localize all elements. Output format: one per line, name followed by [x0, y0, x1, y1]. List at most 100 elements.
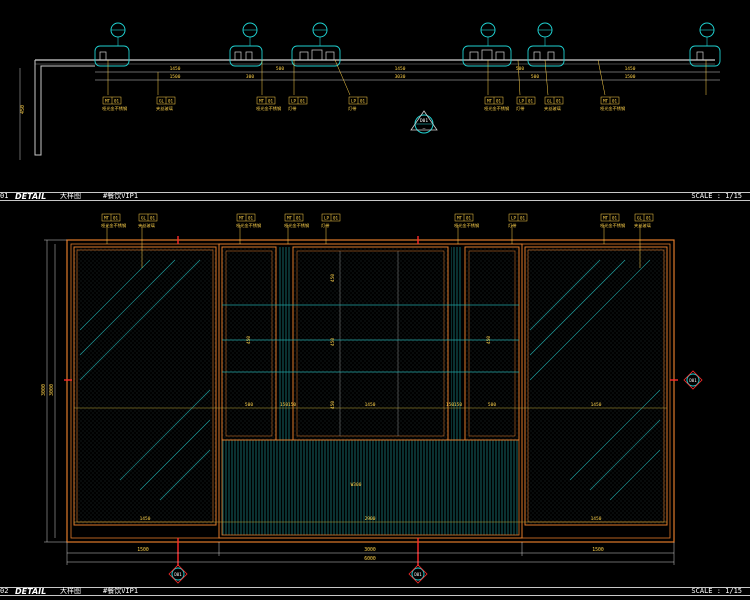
section-number: 02 [0, 587, 9, 595]
callout-number: 01 [646, 216, 652, 221]
plan-dim-4: 500 [516, 66, 524, 72]
elev-callout-6: MT 01哑光金不锈钢 [454, 213, 479, 229]
elev-center-mark: W300 [351, 482, 362, 488]
section-name: 大样图 [60, 587, 81, 595]
callout-label: 灯带 [348, 105, 356, 112]
plan-callout-1: MT 01哑光金不锈钢 [102, 96, 127, 112]
callout-label: 灯带 [321, 222, 329, 229]
callout-number: 01 [333, 216, 339, 221]
elev-callout-8: MT 01哑光金不锈钢 [600, 213, 625, 229]
callout-code: GL [141, 216, 147, 221]
plan-dim-6: 1500 [170, 74, 181, 80]
elev-shelf-h-3: 450 [330, 338, 336, 346]
callout-code: GL [547, 99, 553, 104]
callout-number: 01 [248, 216, 254, 221]
elev-mid-dim-8: 1450 [591, 402, 602, 408]
plan-callout-5: LP 01 灯带 [348, 96, 368, 112]
callout-label: 夹丝玻璃 [156, 105, 173, 112]
elev-mid-dim-3: 150 [288, 402, 296, 408]
elev-bottom-dim-1: 1500 [137, 547, 149, 553]
plan-dim-1: 1450 [170, 66, 181, 72]
section-subtitle: #餐饮VIP1 [103, 587, 139, 595]
callout-code: MT [105, 99, 111, 104]
elev-lower-dim-left: 1450 [140, 516, 151, 522]
callout-number: 01 [466, 216, 472, 221]
callout-number: 01 [150, 216, 156, 221]
callout-code: LP [291, 99, 297, 104]
elev-bottom-dim-3: 1500 [592, 547, 604, 553]
callout-number: 01 [520, 216, 526, 221]
plan-left-dim: 450 [20, 105, 26, 114]
callout-code: MT [104, 216, 110, 221]
section-subtitle: #餐饮VIP1 [103, 192, 139, 200]
elev-height-dim-outer: 3000 [41, 384, 47, 396]
callout-label: 哑光金不锈钢 [484, 105, 509, 112]
section-scale: SCALE : 1/15 [691, 192, 742, 200]
callout-code: LP [324, 216, 330, 221]
callout-number: 01 [556, 99, 562, 104]
section-scale: SCALE : 1/15 [691, 587, 742, 595]
callout-code: LP [351, 99, 357, 104]
callout-label: 哑光金不锈钢 [236, 222, 261, 229]
callout-number: 01 [296, 216, 302, 221]
elev-mid-dim-7: 500 [488, 402, 496, 408]
plan-dim-8: 3030 [395, 74, 406, 80]
elevation-material-callouts: MT 01哑光金不锈钢GL 01夹丝玻璃MT 01哑光金不锈钢MT 01哑光金不锈钢LP… [101, 213, 654, 229]
elevation-view: 3000 3000 450 450 450 450 450 500 150 15… [41, 213, 703, 584]
elev-mid-dim-6: 150 [454, 402, 462, 408]
plan-callout-2: GL 01夹丝玻璃 [156, 96, 176, 112]
plan-dim-2: 500 [276, 66, 284, 72]
elev-section-ref-left: D01 [168, 564, 188, 584]
elev-lower-dim-center: 2900 [365, 516, 376, 522]
elev-callout-5: LP 01 灯带 [321, 213, 341, 229]
elev-callout-3: MT 01哑光金不锈钢 [236, 213, 261, 229]
elev-height-dim-inner: 3000 [49, 384, 55, 396]
elev-section-ref-right: D01 [683, 370, 703, 390]
callout-code: MT [259, 99, 265, 104]
elev-mid-dim-1: 500 [245, 402, 253, 408]
callout-label: 灯带 [516, 105, 524, 112]
section-name: 大样图 [60, 192, 81, 200]
elev-callout-9: GL 01夹丝玻璃 [634, 213, 654, 229]
cad-drawing-canvas: 450 1450 500 1450 500 1450 1500 300 3030… [19, 22, 721, 584]
plan-material-callouts: MT 01哑光金不锈钢GL 01夹丝玻璃MT 01哑光金不锈钢LP 01灯带LP 01灯带… [102, 96, 625, 112]
callout-label: 哑光金不锈钢 [454, 222, 479, 229]
plan-dim-9: 500 [531, 74, 539, 80]
callout-label: 夹丝玻璃 [544, 105, 561, 112]
callout-label: 哑光金不锈钢 [101, 222, 126, 229]
svg-text:D01: D01 [414, 572, 422, 577]
section-marker-top: D01 [420, 118, 428, 124]
callout-code: MT [487, 99, 493, 104]
callout-code: MT [603, 99, 609, 104]
callout-number: 01 [496, 99, 502, 104]
section-01-title-bar: 01 DETAIL 大样图 #餐饮VIP1 SCALE : 1/15 [0, 192, 750, 201]
plan-view: 450 1450 500 1450 500 1450 1500 300 3030… [19, 22, 721, 160]
callout-label: 哑光金不锈钢 [600, 222, 625, 229]
callout-number: 01 [360, 99, 366, 104]
callout-number: 01 [300, 99, 306, 104]
plan-callout-9: MT 01哑光金不锈钢 [600, 96, 625, 112]
elev-overall-dim: 6000 [364, 556, 376, 562]
elev-shelf-h-1: 450 [246, 336, 252, 344]
callout-number: 01 [528, 99, 534, 104]
callout-label: 灯带 [508, 222, 516, 229]
callout-number: 01 [612, 99, 618, 104]
callout-number: 01 [168, 99, 174, 104]
callout-number: 01 [612, 216, 618, 221]
callout-number: 01 [114, 99, 120, 104]
plan-joint-bubbles [94, 45, 721, 67]
elev-callout-4: MT 01哑光金不锈钢 [284, 213, 309, 229]
callout-label: 灯带 [288, 105, 296, 112]
callout-number: 01 [113, 216, 119, 221]
callout-label: 哑光金不锈钢 [600, 105, 625, 112]
elev-callout-7: LP 01 灯带 [508, 213, 528, 229]
callout-code: GL [159, 99, 165, 104]
svg-text:D01: D01 [174, 572, 182, 577]
callout-code: GL [637, 216, 643, 221]
elev-shelf-h-5: 450 [486, 336, 492, 344]
elev-lower-dim-right: 1450 [591, 516, 602, 522]
plan-callout-6: MT 01哑光金不锈钢 [484, 96, 509, 112]
elev-callout-2: GL 01夹丝玻璃 [138, 213, 158, 229]
elev-shelf-h-2: 450 [330, 274, 336, 282]
section-marker-bottom: — [423, 127, 426, 132]
